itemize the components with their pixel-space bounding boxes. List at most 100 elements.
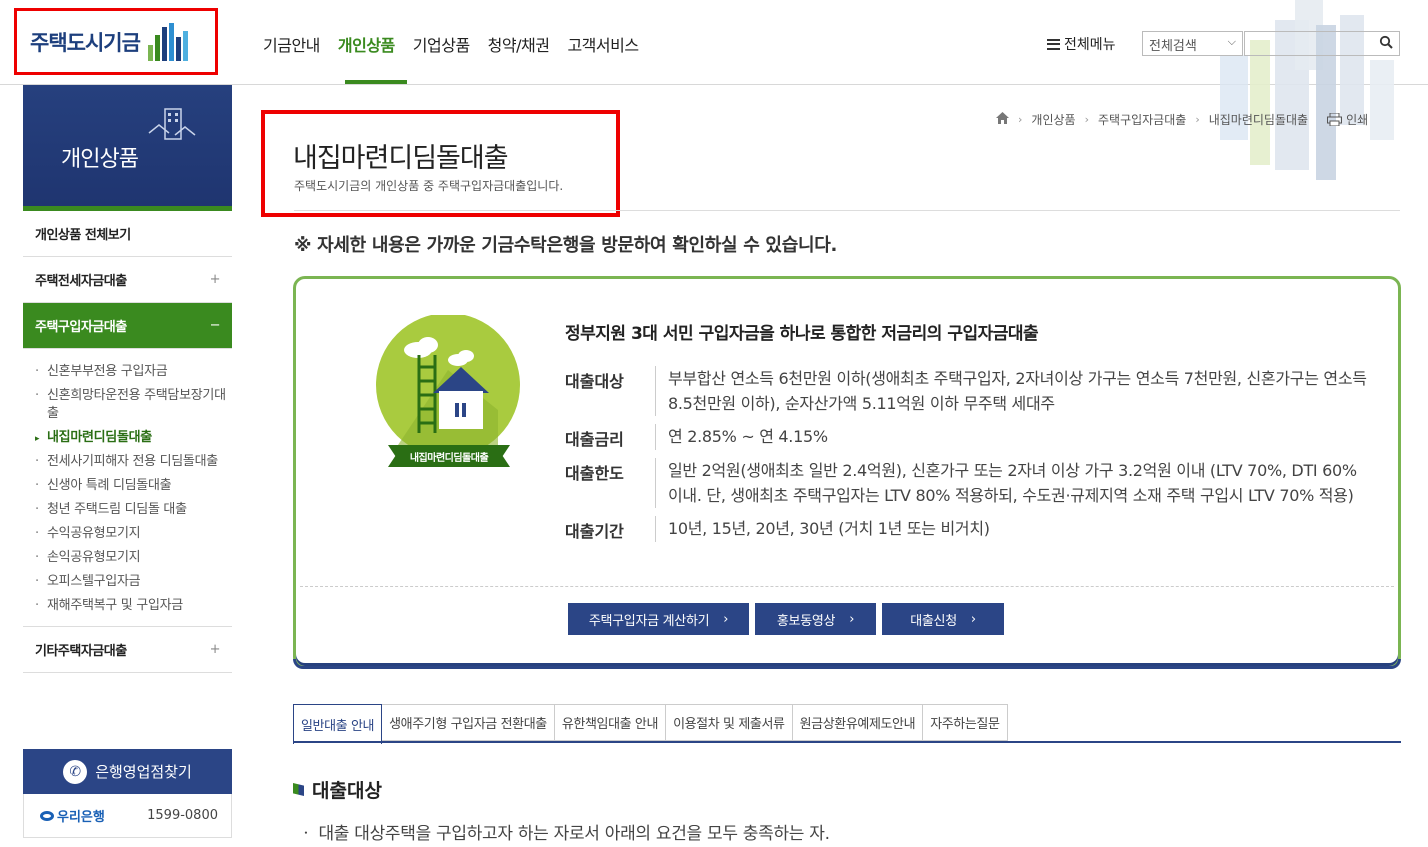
section-title: 대출대상	[312, 780, 382, 802]
chevron-right-icon: ›	[1018, 113, 1023, 126]
search-scope-select[interactable]: 전체검색 ⌵	[1142, 31, 1243, 56]
notice-text: ※ 자세한 내용은 가까운 기금수탁은행을 방문하여 확인하실 수 있습니다.	[294, 235, 838, 256]
tab-procedure-documents[interactable]: 이용절차 및 제출서류	[666, 704, 793, 741]
search-scope-value: 전체검색	[1149, 39, 1197, 54]
sidebar-submenu: 신혼부부전용 구입자금 신혼희망타운전용 주택담보장기대출 내집마련디딤돌대출 …	[23, 349, 232, 627]
bank-name: 우리은행	[57, 810, 105, 825]
sidebar-item-purchase-loan[interactable]: 주택구입자금대출 −	[23, 303, 232, 349]
sidebar-item-jeonse-loan[interactable]: 주택전세자금대출 +	[23, 257, 232, 303]
global-nav: 기금안내 개인상품 기업상품 청약/채권 고객서비스	[263, 32, 639, 56]
bank-finder-button[interactable]: ✆ 은행영업점찾기	[23, 749, 232, 794]
bank-finder: ✆ 은행영업점찾기 우리은행 1599-0800	[23, 749, 232, 838]
promo-video-button[interactable]: 홍보동영상 ›	[755, 603, 876, 635]
sidebar-item-label: 개인상품 전체보기	[35, 228, 131, 243]
breadcrumb-item: 내집마련디딤돌대출	[1208, 113, 1309, 127]
info-row-rate: 대출금리 연 2.85% ~ 연 4.15%	[565, 424, 1375, 450]
card-divider	[300, 586, 1394, 587]
submenu-youth-dream-didimdol[interactable]: 청년 주택드림 디딤돌 대출	[33, 498, 232, 522]
sidebar-item-label: 기타주택자금대출	[35, 644, 127, 659]
loan-info-list: 대출대상 부부합산 연소득 6천만원 이하(생애최초 주택구입자, 2자녀이상 …	[565, 366, 1375, 550]
tab-general-loan[interactable]: 일반대출 안내	[293, 704, 383, 744]
submenu-didimdol[interactable]: 내집마련디딤돌대출	[33, 426, 232, 450]
sidebar-item-all-products[interactable]: 개인상품 전체보기	[23, 211, 232, 257]
nav-personal-products[interactable]: 개인상품	[338, 32, 395, 56]
search-icon[interactable]	[1379, 35, 1393, 53]
sidebar-title: 개인상품	[61, 147, 139, 172]
info-value: 연 2.85% ~ 연 4.15%	[668, 427, 828, 446]
submenu-disaster-housing[interactable]: 재해주택복구 및 구입자금	[33, 594, 232, 618]
page-description: 주택도시기금의 개인상품 중 주택구입자금대출입니다.	[294, 179, 564, 193]
all-menu-label: 전체메뉴	[1064, 37, 1116, 53]
submenu-newborn-didimdol[interactable]: 신생아 특례 디딤돌대출	[33, 474, 232, 498]
plus-icon: +	[209, 642, 221, 657]
plus-icon: +	[209, 272, 221, 287]
nav-corporate-products[interactable]: 기업상품	[413, 32, 470, 56]
bank-finder-label: 은행영업점찾기	[95, 763, 192, 781]
emblem-label: 내집마련디딤돌대출	[388, 445, 510, 467]
button-label: 홍보동영상	[776, 613, 836, 629]
calculator-button[interactable]: 주택구입자금 계산하기 ›	[568, 603, 749, 635]
all-menu-button[interactable]: 전체메뉴	[1047, 34, 1116, 54]
phone-icon: ✆	[63, 759, 88, 784]
printer-icon	[1327, 113, 1343, 126]
logo-mark-icon	[147, 22, 188, 61]
breadcrumb-item[interactable]: 주택구입자금대출	[1098, 111, 1186, 128]
chevron-right-icon: ›	[849, 611, 855, 627]
product-summary-card: 내집마련디딤돌대출 정부지원 3대 서민 구입자금을 하나로 통합한 저금리의 …	[293, 276, 1401, 669]
print-button[interactable]: 인쇄	[1327, 111, 1368, 128]
card-actions: 주택구입자금 계산하기 › 홍보동영상 › 대출신청 ›	[568, 603, 1004, 635]
breadcrumb: › 개인상품 › 주택구입자금대출 › 내집마련디딤돌대출 인쇄	[996, 111, 1368, 128]
chevron-down-icon: ⌵	[1227, 35, 1236, 48]
breadcrumb-item[interactable]: 개인상품	[1031, 111, 1075, 128]
info-row-target: 대출대상 부부합산 연소득 6천만원 이하(생애최초 주택구입자, 2자녀이상 …	[565, 366, 1375, 416]
info-label: 대출대상	[565, 366, 656, 416]
bank-contact-row: 우리은행 1599-0800	[23, 794, 232, 838]
nav-active-indicator	[345, 80, 407, 84]
section-bullet-icon	[293, 783, 304, 796]
submenu-profit-sharing-mortgage[interactable]: 수익공유형모기지	[33, 522, 232, 546]
tab-limited-liability[interactable]: 유한책임대출 안내	[554, 704, 667, 741]
submenu-newlywed-purchase[interactable]: 신혼부부전용 구입자금	[33, 360, 232, 384]
bank-logo-icon	[40, 810, 54, 821]
chevron-right-icon: ›	[970, 611, 976, 627]
submenu-officetel-purchase[interactable]: 오피스텔구입자금	[33, 570, 232, 594]
bank-logo: 우리은행	[40, 806, 105, 825]
content-tabs: 일반대출 안내 생애주기형 구입자금 전환대출 유한책임대출 안내 이용절차 및…	[293, 704, 1008, 744]
tab-repayment-deferral[interactable]: 원금상환유예제도안내	[792, 704, 924, 741]
search-input[interactable]	[1244, 31, 1400, 56]
tabs-underline	[293, 741, 1401, 743]
logo-text: 주택도시기금	[30, 30, 141, 55]
chevron-right-icon: ›	[723, 611, 729, 627]
tab-lifecycle-conversion[interactable]: 생애주기형 구입자금 전환대출	[382, 704, 555, 741]
hamburger-icon	[1047, 38, 1060, 50]
submenu-loss-sharing-mortgage[interactable]: 손익공유형모기지	[33, 546, 232, 570]
apply-loan-button[interactable]: 대출신청 ›	[882, 603, 1004, 635]
info-row-limit: 대출한도 일반 2억원(생애최초 일반 2.4억원), 신혼가구 또는 2자녀 …	[565, 458, 1375, 508]
page-title: 내집마련디딤돌대출	[293, 143, 509, 174]
submenu-newlywed-hope-town[interactable]: 신혼희망타운전용 주택담보장기대출	[33, 384, 232, 426]
sidebar-item-label: 주택전세자금대출	[35, 274, 127, 289]
nav-fund-info[interactable]: 기금안내	[263, 32, 320, 56]
info-label: 대출기간	[565, 516, 656, 542]
building-icon	[148, 108, 196, 140]
nav-subscription-bonds[interactable]: 청약/채권	[488, 32, 550, 56]
nav-customer-service[interactable]: 고객서비스	[567, 32, 639, 56]
section-heading: 대출대상	[293, 776, 382, 803]
minus-icon: −	[209, 318, 221, 333]
card-bottom-border	[293, 659, 1401, 669]
info-value: 10년, 15년, 20년, 30년 (거치 1년 또는 비거치)	[668, 519, 990, 538]
sidebar-item-other-loans[interactable]: 기타주택자금대출 +	[23, 627, 232, 673]
submenu-fraud-victim-didimdol[interactable]: 전세사기피해자 전용 디딤돌대출	[33, 450, 232, 474]
tab-faq[interactable]: 자주하는질문	[923, 704, 1008, 741]
home-icon[interactable]	[996, 112, 1009, 127]
button-label: 대출신청	[910, 613, 957, 629]
sidebar-title-panel: 개인상품	[23, 85, 232, 211]
section-text: ㆍ 대출 대상주택을 구입하고자 하는 자로서 아래의 요건을 모두 충족하는 …	[298, 824, 830, 844]
house-emblem-icon	[376, 315, 520, 457]
info-row-period: 대출기간 10년, 15년, 20년, 30년 (거치 1년 또는 비거치)	[565, 516, 1375, 542]
sidebar-nav: 개인상품 전체보기 주택전세자금대출 + 주택구입자금대출 − 신혼부부전용 구…	[23, 211, 232, 673]
chevron-right-icon: ›	[1195, 113, 1200, 126]
title-divider	[294, 210, 1400, 211]
site-logo[interactable]: 주택도시기금	[14, 8, 218, 75]
sidebar-item-label: 주택구입자금대출	[35, 320, 127, 335]
